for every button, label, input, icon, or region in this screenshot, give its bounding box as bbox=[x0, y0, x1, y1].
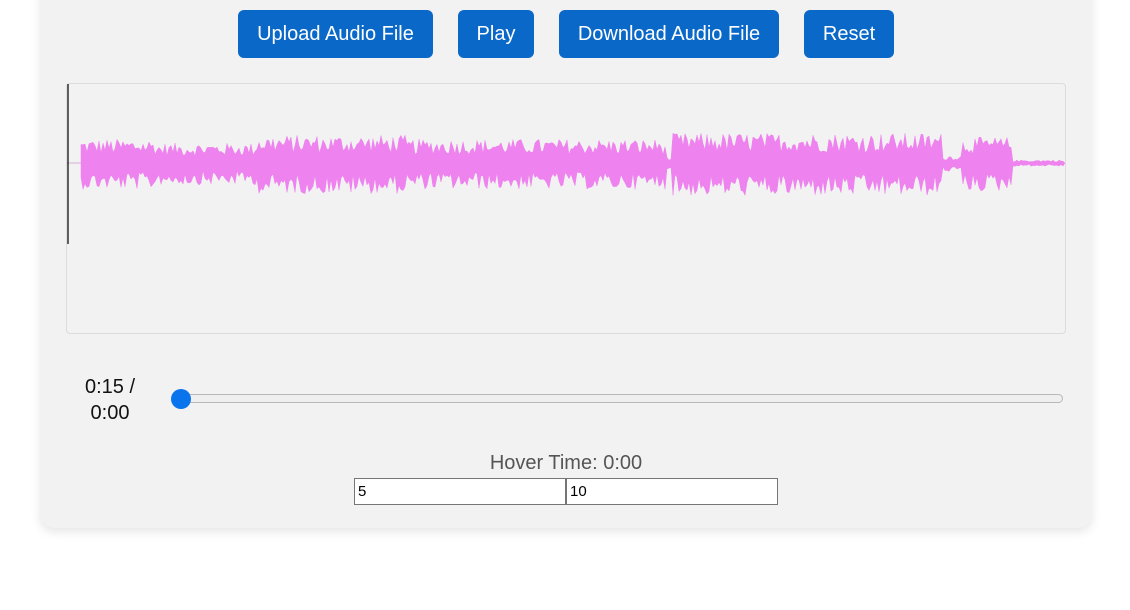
seek-slider-track[interactable] bbox=[178, 394, 1063, 403]
current-time: 0:15 / bbox=[84, 376, 136, 398]
upload-audio-button[interactable]: Upload Audio File bbox=[238, 10, 433, 58]
time-display: 0:15 / 0:00 bbox=[70, 374, 150, 426]
play-button[interactable]: Play bbox=[458, 10, 534, 58]
range-start-input[interactable] bbox=[354, 478, 566, 505]
duration-time: 0:00 bbox=[90, 402, 130, 424]
range-end-input[interactable] bbox=[566, 478, 778, 505]
hover-time-label: Hover Time: 0:00 bbox=[489, 452, 643, 474]
waveform-shape bbox=[80, 132, 1065, 197]
seek-slider-thumb[interactable] bbox=[171, 389, 191, 409]
download-audio-button[interactable]: Download Audio File bbox=[559, 10, 779, 58]
waveform-canvas[interactable] bbox=[66, 83, 1066, 334]
reset-button[interactable]: Reset bbox=[804, 10, 894, 58]
